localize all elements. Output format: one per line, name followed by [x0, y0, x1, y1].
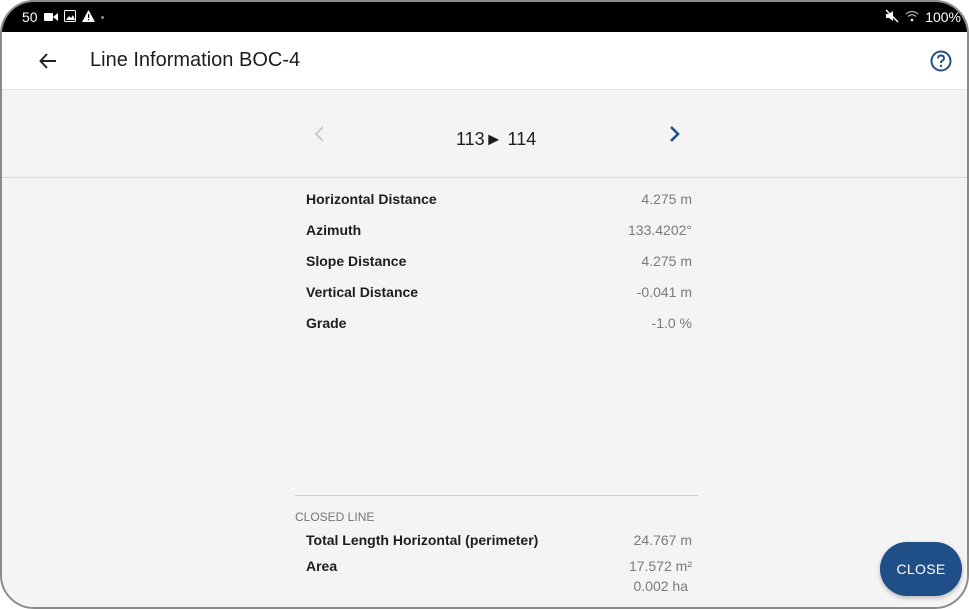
- total-length-label: Total Length Horizontal (perimeter): [306, 532, 539, 548]
- measurement-row: Horizontal Distance 4.275 m: [306, 189, 692, 209]
- measurement-row: Vertical Distance -0.041 m: [306, 282, 692, 302]
- mute-icon: [885, 9, 899, 25]
- measurement-value: -1.0 %: [651, 315, 692, 331]
- status-right: 100%: [885, 9, 961, 25]
- status-time: 50: [22, 9, 38, 25]
- measurement-label: Grade: [306, 315, 347, 331]
- status-left: 50: [22, 9, 104, 25]
- chevron-right-icon: [670, 126, 680, 142]
- measurement-label: Slope Distance: [306, 253, 407, 269]
- close-button[interactable]: CLOSE: [880, 542, 962, 596]
- measurement-row: Grade -1.0 %: [306, 313, 692, 333]
- segment-label: 113► 114: [456, 129, 537, 149]
- previous-segment-button[interactable]: [308, 122, 332, 146]
- closed-line-heading: CLOSED LINE: [295, 510, 375, 524]
- measurement-value: -0.041 m: [636, 284, 692, 300]
- area-label: Area: [306, 558, 338, 574]
- total-length-row: Total Length Horizontal (perimeter) 24.7…: [306, 530, 692, 550]
- measurement-label: Azimuth: [306, 222, 362, 238]
- wifi-icon: [905, 10, 919, 24]
- device-frame: 50 100% Line Information BOC-4 113► 114 …: [0, 0, 969, 609]
- total-length-value: 24.767 m: [633, 532, 692, 548]
- measurement-label: Horizontal Distance: [306, 191, 437, 207]
- measurement-row: Azimuth 133.4202°: [306, 220, 692, 240]
- section-divider: [295, 495, 698, 496]
- measurement-value: 4.275 m: [641, 191, 692, 207]
- app-bar: Line Information BOC-4: [2, 32, 967, 90]
- area-value: 17.572 m²: [628, 558, 692, 574]
- next-segment-button[interactable]: [662, 122, 686, 146]
- area-row: Area 17.572 m²: [306, 556, 692, 576]
- measurement-value: 4.275 m: [641, 253, 692, 269]
- segment-navigator: 113► 114: [2, 91, 967, 178]
- area-value-hectares: 0.002 ha: [633, 578, 689, 594]
- status-bar: 50 100%: [2, 2, 967, 32]
- measurement-row: Slope Distance 4.275 m: [306, 251, 692, 271]
- image-icon: [63, 10, 76, 24]
- warning-icon: [81, 10, 95, 24]
- status-dot: [100, 15, 104, 19]
- measurement-value: 133.4202°: [628, 222, 692, 238]
- arrow-left-icon: [39, 52, 56, 69]
- measurement-label: Vertical Distance: [306, 284, 419, 300]
- help-circle-icon: [930, 50, 952, 72]
- video-icon: [43, 11, 58, 24]
- back-button[interactable]: [24, 37, 72, 85]
- page-title: Line Information BOC-4: [90, 49, 301, 71]
- chevron-left-icon: [314, 126, 324, 142]
- battery-level: 100%: [925, 9, 961, 25]
- line-details: Horizontal Distance 4.275 m Azimuth 133.…: [2, 179, 967, 607]
- help-button[interactable]: [929, 49, 953, 73]
